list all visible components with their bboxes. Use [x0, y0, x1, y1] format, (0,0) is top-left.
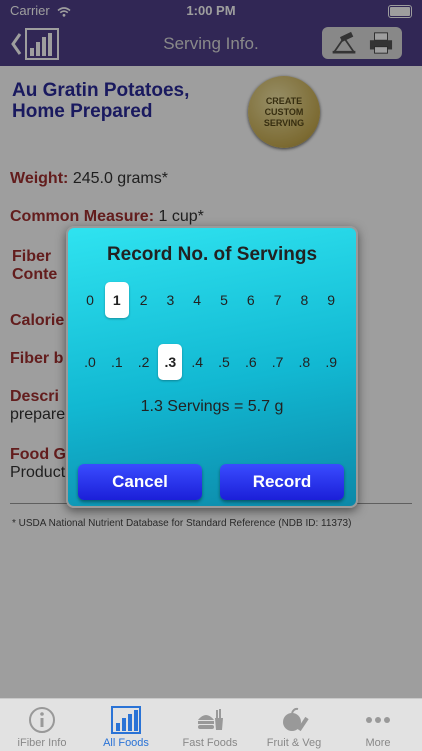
fraction-servings-option[interactable]: .1	[105, 344, 129, 380]
dialog-title: Record No. of Servings	[106, 244, 318, 265]
tab-fast-foods[interactable]: Fast Foods	[168, 699, 252, 751]
more-dots-icon	[366, 717, 390, 723]
whole-servings-option[interactable]: 1	[104, 282, 129, 318]
cancel-button[interactable]: Cancel	[78, 464, 202, 500]
servings-result: 1.3 Servings = 5.7 g	[140, 398, 284, 415]
fraction-servings-option[interactable]: .6	[239, 344, 263, 380]
record-servings-dialog: Record No. of Servings 0123456789 .0.1.2…	[66, 226, 358, 508]
tab-bar: iFiber Info All Foods Fast Foods Fruit &…	[0, 698, 422, 751]
fraction-servings-option[interactable]: .5	[212, 344, 236, 380]
bar-chart-icon	[111, 706, 141, 734]
whole-servings-option[interactable]: 5	[212, 282, 236, 318]
whole-servings-option[interactable]: 9	[319, 282, 343, 318]
tab-more[interactable]: More	[336, 699, 420, 751]
whole-servings-option[interactable]: 4	[185, 282, 209, 318]
fraction-servings-option[interactable]: .4	[185, 344, 209, 380]
info-icon	[29, 707, 55, 733]
whole-servings-option[interactable]: 7	[266, 282, 290, 318]
whole-servings-option[interactable]: 2	[132, 282, 156, 318]
whole-servings-option[interactable]: 0	[78, 282, 102, 318]
fraction-servings-option[interactable]: .2	[132, 344, 156, 380]
tab-ifiber-info[interactable]: iFiber Info	[0, 699, 84, 751]
fraction-servings-option[interactable]: .8	[292, 344, 316, 380]
whole-servings-option[interactable]: 8	[292, 282, 316, 318]
fraction-servings-picker: .0.1.2.3.4.5.6.7.8.9	[78, 344, 346, 380]
fraction-servings-option[interactable]: .0	[78, 344, 102, 380]
fraction-servings-option[interactable]: .7	[266, 344, 290, 380]
record-button[interactable]: Record	[220, 464, 344, 500]
whole-servings-option[interactable]: 6	[239, 282, 263, 318]
tab-fruit-veg[interactable]: Fruit & Veg	[252, 699, 336, 751]
whole-servings-option[interactable]: 3	[158, 282, 182, 318]
tab-all-foods[interactable]: All Foods	[84, 699, 168, 751]
burger-fries-icon	[198, 709, 223, 730]
fraction-servings-option[interactable]: .3	[158, 344, 183, 380]
whole-servings-picker: 0123456789	[78, 282, 346, 318]
fruit-veg-icon	[283, 707, 309, 732]
fraction-servings-option[interactable]: .9	[319, 344, 343, 380]
